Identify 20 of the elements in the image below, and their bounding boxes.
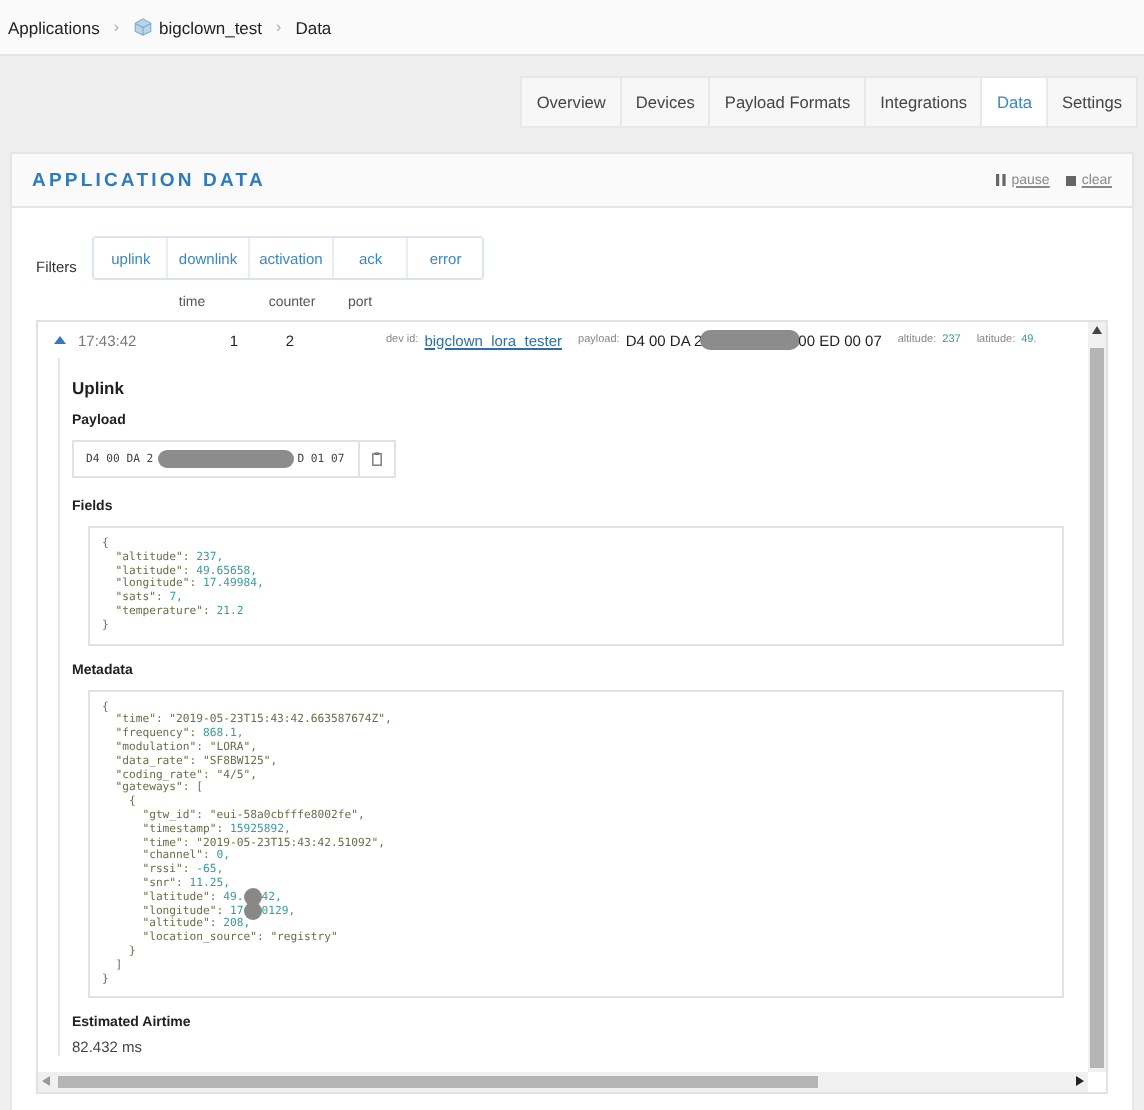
clipboard-icon xyxy=(372,452,382,466)
panel-title: APPLICATION DATA xyxy=(32,169,266,191)
redaction-blob xyxy=(157,450,294,468)
tab[interactable]: Data xyxy=(982,78,1049,126)
stop-icon xyxy=(1065,175,1076,185)
scroll-left-arrow-icon[interactable] xyxy=(42,1076,50,1086)
cube-icon xyxy=(133,18,152,36)
chevron-icon: › xyxy=(276,18,282,36)
breadcrumb-link[interactable]: bigclown_test xyxy=(133,17,263,37)
breadcrumb-link[interactable]: Applications xyxy=(8,17,100,37)
horizontal-scrollbar[interactable] xyxy=(38,1072,1088,1092)
chevron-icon: › xyxy=(113,18,120,36)
scroll-right-arrow-icon[interactable] xyxy=(1076,1076,1084,1086)
uplink-heading: Uplink xyxy=(72,378,126,398)
vertical-scrollbar[interactable] xyxy=(1088,322,1106,1072)
redaction-blob xyxy=(700,330,801,350)
caret-icon[interactable] xyxy=(54,336,66,344)
pause-icon xyxy=(995,174,1006,186)
breadcrumb-link[interactable]: Data xyxy=(295,17,332,37)
scroll-up-arrow-icon[interactable] xyxy=(1092,326,1102,334)
